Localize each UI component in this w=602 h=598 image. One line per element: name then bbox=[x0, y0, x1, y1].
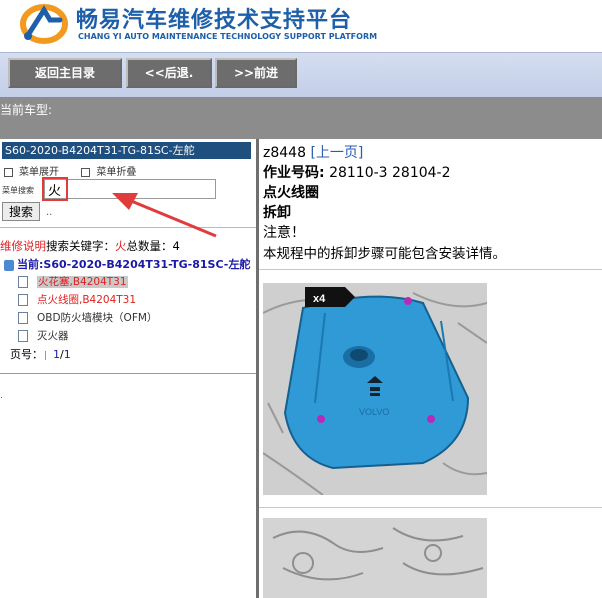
document-icon bbox=[18, 330, 28, 342]
collapse-icon bbox=[81, 167, 91, 177]
tree-item-label: 点火线圈,B4204T31 bbox=[37, 294, 137, 306]
keyword-label: 搜索关键字： bbox=[46, 239, 115, 253]
annotation-highlight-box bbox=[42, 177, 68, 201]
content-panel: z8448 [上一页] 作业号码: 28110-3 28104-2 点火线圈 拆… bbox=[259, 139, 602, 598]
menu-toggle-row: 菜单展开 菜单折叠 bbox=[4, 163, 136, 178]
forward-button[interactable]: >>前进 bbox=[215, 58, 297, 88]
document-id-value: z8448 bbox=[263, 145, 306, 161]
count-value: 4 bbox=[172, 239, 180, 253]
tree-root-label: 当前:S60-2020-B4204T31-TG-81SC-左舵 bbox=[17, 258, 251, 271]
tree-root[interactable]: 当前:S60-2020-B4204T31-TG-81SC-左舵 bbox=[4, 256, 250, 272]
document-id: z8448 [上一页] bbox=[263, 142, 363, 162]
previous-page-link[interactable]: [上一页] bbox=[310, 145, 363, 161]
car-type-label: 当前车型: bbox=[0, 103, 53, 117]
chang-yi-logo-icon bbox=[20, 4, 68, 44]
search-info: 维修说明搜索关键字：火总数量：4 bbox=[0, 238, 180, 254]
tree-item-obd-module[interactable]: OBD防火墙模块（OFM） bbox=[18, 310, 157, 325]
search-button[interactable]: 搜索 bbox=[2, 202, 40, 221]
brand-subtitle: CHANG YI AUTO MAINTENANCE TECHNOLOGY SUP… bbox=[78, 32, 378, 41]
bolt-count-badge: x4 bbox=[313, 293, 326, 305]
divider bbox=[259, 269, 602, 270]
section-title: 拆卸 bbox=[263, 205, 291, 221]
tree-item-label: 灭火器 bbox=[37, 330, 69, 342]
divider bbox=[259, 507, 602, 508]
tree-item-label: OBD防火墙模块（OFM） bbox=[37, 312, 158, 324]
expand-icon bbox=[4, 167, 13, 177]
tree-item-ignition-coil[interactable]: 点火线圈,B4204T31 bbox=[18, 292, 136, 307]
search-info-title: 维修说明 bbox=[0, 239, 46, 253]
document-icon bbox=[18, 312, 28, 324]
keyword-value: 火 bbox=[115, 239, 127, 253]
dot-link[interactable]: . bbox=[0, 391, 3, 401]
toolbar: 返回主目录 <<后退. >>前进 bbox=[0, 52, 602, 98]
volvo-text: VOLVO bbox=[359, 407, 389, 417]
tree-item-spark-plug[interactable]: 火花塞,B4204T31 bbox=[18, 274, 128, 289]
operation-code-value: 28110-3 28104-2 bbox=[329, 165, 451, 181]
page-label: 页号： bbox=[10, 348, 43, 361]
operation-code: 作业号码: 28110-3 28104-2 bbox=[263, 162, 451, 182]
tree-item-extinguisher[interactable]: 灭火器 bbox=[18, 328, 69, 343]
operation-code-label: 作业号码: bbox=[263, 165, 325, 181]
page-number: 页号： 1/1 bbox=[10, 346, 71, 362]
divider bbox=[0, 227, 256, 228]
search-dots: .. bbox=[46, 207, 53, 218]
engine-cover-figure: VOLVO x4 bbox=[263, 283, 487, 495]
left-panel: S60-2020-B4204T31-TG-81SC-左舵 菜单展开 菜单折叠 菜… bbox=[0, 139, 256, 598]
brand-title: 畅易汽车维修技术支持平台 bbox=[76, 8, 353, 33]
notice-title: 注意！ bbox=[263, 225, 305, 241]
page-current[interactable]: 1 bbox=[53, 348, 60, 361]
home-button[interactable]: 返回主目录 bbox=[8, 58, 122, 88]
page-marker-icon bbox=[45, 350, 51, 360]
menu-collapse-link[interactable]: 菜单折叠 bbox=[96, 167, 136, 178]
count-label: 总数量： bbox=[126, 239, 173, 253]
document-icon bbox=[18, 276, 28, 288]
search-input[interactable] bbox=[44, 179, 216, 199]
notice-text: 本规程中的拆卸步骤可能包含安装详情。 bbox=[263, 246, 506, 262]
header: 畅易汽车维修技术支持平台 CHANG YI AUTO MAINTENANCE T… bbox=[0, 0, 602, 52]
car-type-bar: 当前车型: bbox=[0, 97, 602, 139]
back-button[interactable]: <<后退. bbox=[126, 58, 212, 88]
model-header: S60-2020-B4204T31-TG-81SC-左舵 bbox=[2, 142, 251, 159]
computer-icon bbox=[4, 259, 14, 271]
divider bbox=[0, 373, 256, 374]
search-label: 菜单搜索 bbox=[2, 186, 34, 195]
page-total: 1 bbox=[63, 348, 71, 361]
tree-item-label: 火花塞,B4204T31 bbox=[37, 276, 128, 288]
part-name: 点火线圈 bbox=[263, 185, 319, 201]
document-icon bbox=[18, 294, 28, 306]
engine-bay-figure bbox=[263, 518, 487, 598]
